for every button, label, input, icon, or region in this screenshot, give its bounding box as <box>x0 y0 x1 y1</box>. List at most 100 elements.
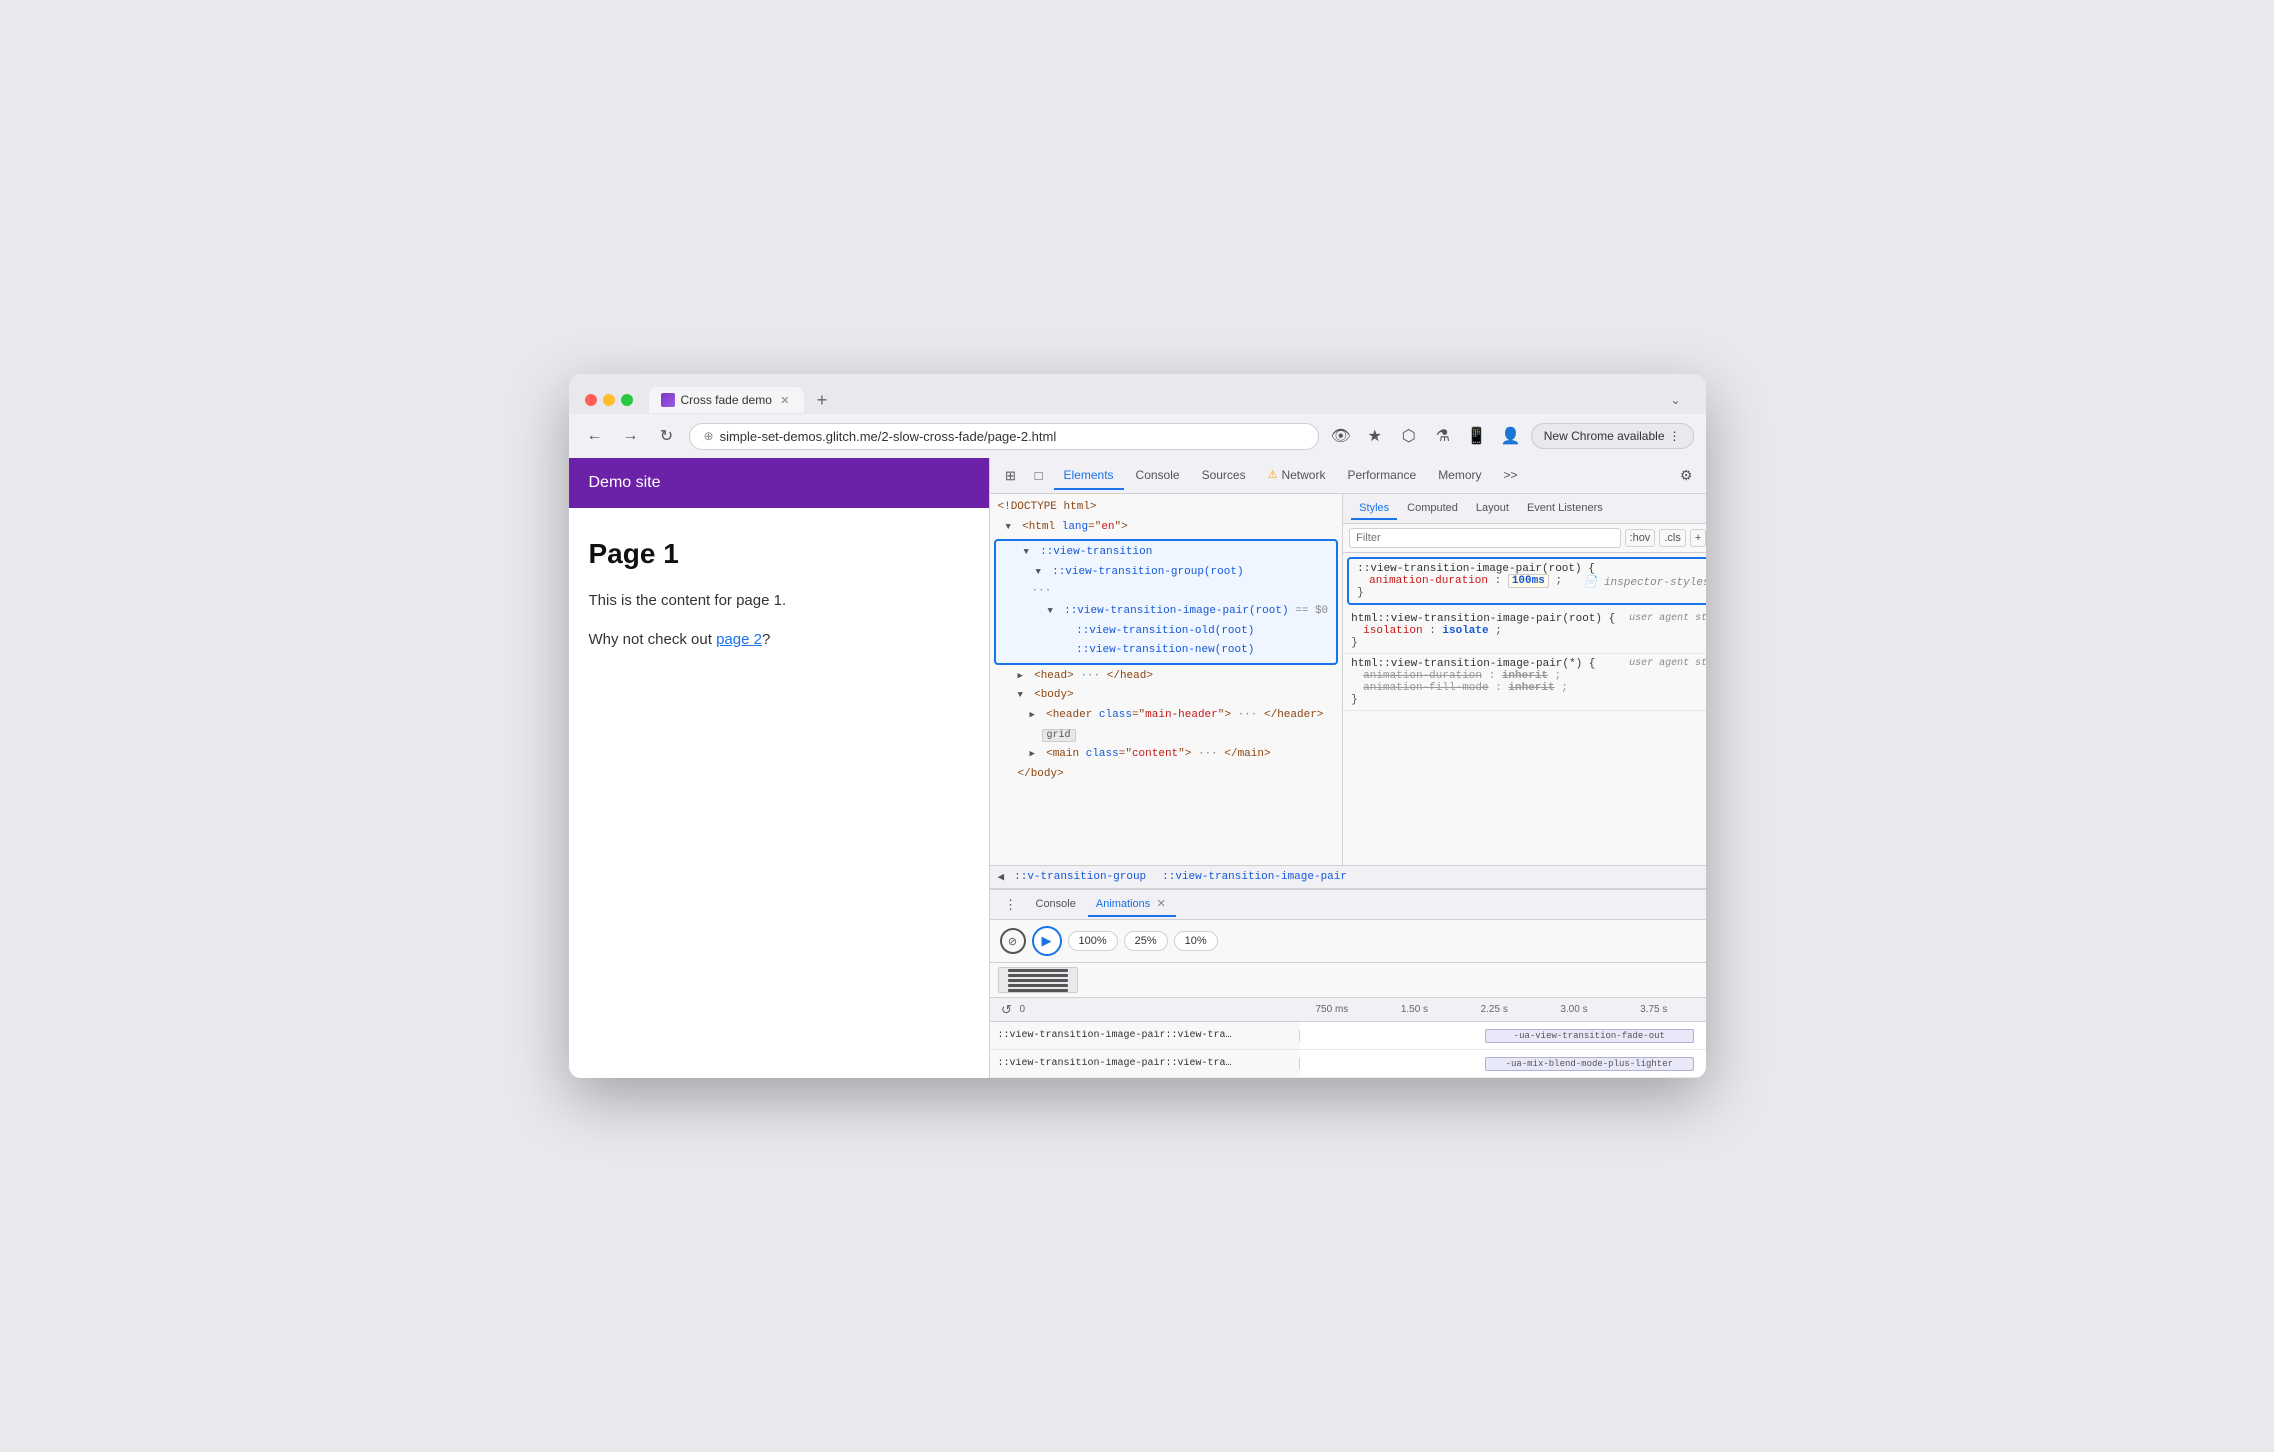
tab-elements[interactable]: Elements <box>1054 462 1124 490</box>
address-bar[interactable]: ⊕ simple-set-demos.glitch.me/2-slow-cros… <box>689 423 1319 450</box>
tab-styles[interactable]: Styles <box>1351 498 1397 520</box>
close-window-button[interactable] <box>585 394 597 406</box>
tab-sources[interactable]: Sources <box>1192 462 1256 490</box>
security-icon: ⊕ <box>704 429 714 443</box>
inspect-element-button[interactable]: ⊞ <box>998 463 1024 489</box>
navigation-bar: ← → ↻ ⊕ simple-set-demos.glitch.me/2-slo… <box>569 414 1706 458</box>
maximize-window-button[interactable] <box>621 394 633 406</box>
add-style-button[interactable]: + <box>1690 529 1706 547</box>
timeline-ruler-left: ↺ 0 <box>998 1001 1308 1019</box>
styles-filter-row: :hov .cls + 📷 ⊞ <box>1343 524 1705 553</box>
demo-page2-link[interactable]: page 2 <box>716 631 762 648</box>
view-transition-image-pair-node[interactable]: ▼ ::view-transition-image-pair(root) == … <box>996 602 1337 622</box>
styles-tabs: Styles Computed Layout Event Listeners >… <box>1343 494 1705 524</box>
devtools-tabs: ⊞ □ Elements Console Sources ⚠ Network P… <box>990 458 1706 494</box>
animations-tab-close[interactable]: ✕ <box>1154 897 1168 911</box>
breadcrumb-item-1[interactable]: ::v-transition-group <box>1008 870 1152 884</box>
animation-row-1: ::view-transition-image-pair::view-tra… … <box>990 1022 1706 1050</box>
demo-p2-prefix: Why not check out <box>589 631 717 648</box>
style-selector-ua-2: html::view-transition-image-pair(*) { us… <box>1351 658 1705 670</box>
replay-button[interactable]: ↺ <box>998 1001 1016 1019</box>
thumb-line-3 <box>1008 979 1068 982</box>
mark-3-00s: 3.00 s <box>1560 1004 1587 1015</box>
reload-button[interactable]: ↻ <box>653 422 681 450</box>
tab-performance[interactable]: Performance <box>1337 462 1426 490</box>
device-toolbar-button[interactable]: □ <box>1026 463 1052 489</box>
tab-close-button[interactable]: ✕ <box>778 393 792 407</box>
cls-button[interactable]: .cls <box>1659 529 1686 547</box>
html-body-open[interactable]: ▼ <body> <box>990 686 1343 706</box>
view-transition-old-node[interactable]: ::view-transition-old(root) <box>996 622 1337 642</box>
timeline-ruler: ↺ 0 750 ms 1.50 s 2.25 s 3.00 s 3.75 s 4… <box>990 998 1706 1022</box>
eye-off-icon[interactable]: 👁 <box>1327 422 1355 450</box>
animation-speed-100[interactable]: 100% <box>1068 931 1118 951</box>
demo-paragraph-1: This is the content for page 1. <box>589 590 969 613</box>
demo-page-heading: Page 1 <box>589 538 969 570</box>
anim-row-1-label: ::view-transition-image-pair::view-tra… <box>990 1030 1300 1041</box>
styles-panel: Styles Computed Layout Event Listeners >… <box>1343 494 1705 865</box>
view-transition-group-node[interactable]: ▼ ::view-transition-group(root) <box>996 563 1337 583</box>
demo-site-header: Demo site <box>569 458 989 508</box>
tab-layout[interactable]: Layout <box>1468 498 1517 520</box>
browser-window: Cross fade demo ✕ + ⌄ ← → ↻ ⊕ simple-set… <box>569 374 1706 1078</box>
forward-button[interactable]: → <box>617 422 645 450</box>
animation-thumbnail-row <box>990 963 1706 998</box>
thumb-line-2 <box>1008 974 1068 977</box>
style-block-inspector: ::view-transition-image-pair(root) { 📄 i… <box>1347 557 1705 605</box>
style-property-anim-duration-ua: animation-duration : inherit ; <box>1351 670 1705 682</box>
tab-event-listeners[interactable]: Event Listeners <box>1519 498 1611 520</box>
tab-memory[interactable]: Memory <box>1428 462 1491 490</box>
tab-bottom-animations[interactable]: Animations ✕ <box>1088 893 1176 917</box>
bookmark-icon[interactable]: ★ <box>1361 422 1389 450</box>
breadcrumb-prev[interactable]: ◀ <box>998 870 1005 884</box>
html-header-tag[interactable]: ▶ <header class="main-header"> ··· </hea… <box>990 706 1343 726</box>
styles-filter-input[interactable] <box>1349 528 1620 548</box>
lab-icon[interactable]: ⚗ <box>1429 422 1457 450</box>
style-property-isolation: isolation : isolate ; <box>1351 625 1705 637</box>
tab-more[interactable]: >> <box>1494 462 1528 490</box>
animation-pause-button[interactable]: ⊘ <box>1000 928 1026 954</box>
demo-paragraph-2: Why not check out page 2? <box>589 629 969 652</box>
animation-play-button[interactable]: ▶ <box>1032 926 1062 956</box>
anim-row-1-track: -ua-view-transition-fade-out <box>1300 1022 1706 1049</box>
browser-tab[interactable]: Cross fade demo ✕ <box>649 387 804 413</box>
bottom-more-button[interactable]: ⋮ <box>998 892 1024 918</box>
animation-speed-10[interactable]: 10% <box>1174 931 1218 951</box>
devtools-settings-button[interactable]: ⚙ <box>1673 463 1699 489</box>
nav-actions: 👁 ★ ⬡ ⚗ 📱 👤 New Chrome available ⋮ <box>1327 422 1694 450</box>
tab-network[interactable]: ⚠ Network <box>1258 462 1336 490</box>
tab-bottom-console[interactable]: Console <box>1028 894 1084 916</box>
title-bar: Cross fade demo ✕ + ⌄ <box>569 374 1706 414</box>
html-head-tag[interactable]: ▶ <head> ··· </head> <box>990 667 1343 687</box>
thumb-line-5 <box>1008 989 1068 992</box>
anim-row-2-track: -ua-mix-blend-mode-plus-lighter <box>1300 1050 1706 1077</box>
html-main-tag[interactable]: ▶ <main class="content"> ··· </main> <box>990 745 1343 765</box>
back-button[interactable]: ← <box>581 422 609 450</box>
devtools-more-button[interactable]: ⋮ <box>1701 463 1705 489</box>
demo-site-panel: Demo site Page 1 This is the content for… <box>569 458 989 1078</box>
account-icon[interactable]: 👤 <box>1497 422 1525 450</box>
breadcrumb-item-2[interactable]: ::view-transition-image-pair <box>1156 870 1353 884</box>
html-panel: <!DOCTYPE html> ▼ <html lang="en"> ▼ :: <box>990 494 1344 865</box>
animation-speed-25[interactable]: 25% <box>1124 931 1168 951</box>
style-close-brace-2: } <box>1351 637 1705 649</box>
elements-styles-split: <!DOCTYPE html> ▼ <html lang="en"> ▼ :: <box>990 494 1706 865</box>
tab-console[interactable]: Console <box>1126 462 1190 490</box>
extensions-icon[interactable]: ⬡ <box>1395 422 1423 450</box>
timeline-zero: 0 <box>1020 1004 1026 1015</box>
phone-icon[interactable]: 📱 <box>1463 422 1491 450</box>
new-chrome-button[interactable]: New Chrome available ⋮ <box>1531 423 1694 449</box>
view-transition-node[interactable]: ▼ ::view-transition <box>996 543 1337 563</box>
style-property-anim-fill-ua: animation-fill-mode : inherit ; <box>1351 682 1705 694</box>
tab-computed[interactable]: Computed <box>1399 498 1466 520</box>
bottom-panel: ⋮ Console Animations ✕ ✕ <box>990 889 1706 1078</box>
minimize-window-button[interactable] <box>603 394 615 406</box>
new-tab-button[interactable]: + <box>808 386 836 414</box>
tab-title: Cross fade demo <box>681 393 772 407</box>
tab-overflow-button[interactable]: ⌄ <box>1662 386 1690 414</box>
traffic-lights <box>585 394 633 406</box>
hov-button[interactable]: :hov <box>1625 529 1656 547</box>
view-transition-new-node[interactable]: ::view-transition-new(root) <box>996 641 1337 661</box>
html-grid-badge: grid <box>990 726 1343 746</box>
url-text: simple-set-demos.glitch.me/2-slow-cross-… <box>720 429 1304 444</box>
